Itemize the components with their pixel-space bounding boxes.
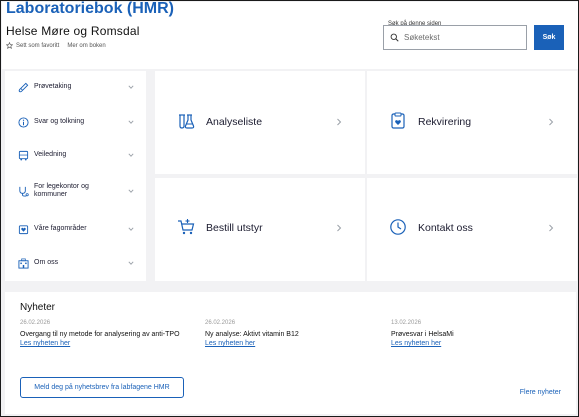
- sidebar-item-for-legekontor[interactable]: For legekontor og kommuner: [5, 175, 146, 207]
- search-icon: [390, 33, 399, 42]
- news-read-link[interactable]: Les nyheten her: [205, 340, 385, 347]
- meta-links: Sett som favoritt Mer om boken: [6, 42, 106, 49]
- more-news-link[interactable]: Flere nyheter: [520, 389, 561, 396]
- chevron-right-icon: [336, 224, 342, 232]
- card-label: Bestill utstyr: [206, 222, 263, 234]
- sidebar-item-svar-og-tolkning[interactable]: Svar og tolkning: [5, 106, 146, 138]
- news-read-link[interactable]: Les nyheten her: [391, 340, 571, 347]
- news-read-link[interactable]: Les nyheten her: [20, 340, 200, 347]
- requisition-icon: [389, 112, 407, 130]
- sidebar: Prøvetaking Svar og tolkning Veiledning …: [5, 71, 146, 281]
- newsletter-subscribe-button[interactable]: Meld deg på nyhetsbrev fra labfagene HMR: [20, 377, 184, 398]
- sidebar-item-label: Om oss: [34, 259, 59, 266]
- search-button[interactable]: Søk: [534, 25, 564, 50]
- chevron-down-icon: [128, 119, 134, 125]
- card-label: Rekvirering: [418, 116, 472, 128]
- star-icon: [6, 42, 13, 49]
- sidebar-item-provetaking[interactable]: Prøvetaking: [5, 71, 146, 103]
- stethoscope-icon: [18, 186, 29, 197]
- cart-icon: [177, 218, 195, 236]
- card-bestill-utstyr[interactable]: Bestill utstyr: [155, 178, 365, 281]
- card-analyseliste[interactable]: Analyseliste: [155, 71, 365, 174]
- card-label: Analyseliste: [206, 116, 263, 128]
- card-rekvirering[interactable]: Rekvirering: [367, 71, 577, 174]
- card-label: Kontakt oss: [418, 222, 473, 234]
- chevron-down-icon: [128, 260, 134, 266]
- chevron-right-icon: [548, 224, 554, 232]
- sidebar-item-vare-fagomrader[interactable]: Våre fagområder: [5, 213, 146, 245]
- news-heading: Nyheter: [20, 302, 56, 313]
- page-frame: Laboratoriebok (HMR) Helse Møre og Romsd…: [0, 0, 579, 417]
- sidebar-item-label: Veiledning: [34, 151, 67, 158]
- news-item: 13.02.2026 Prøvesvar i HelsaMi Les nyhet…: [391, 320, 571, 347]
- favorite-link[interactable]: Sett som favoritt: [6, 42, 59, 49]
- sidebar-item-label: Prøvetaking: [34, 83, 72, 90]
- news-title: Ny analyse: Aktivt vitamin B12: [205, 331, 299, 338]
- news-title: Prøvesvar i HelsaMi: [391, 331, 454, 338]
- sidebar-item-label: Svar og tolkning: [34, 118, 85, 125]
- info-icon: [18, 116, 29, 128]
- test-tube-icon: [18, 82, 29, 93]
- favorite-label: Sett som favoritt: [16, 42, 60, 49]
- news-date: 13.02.2026: [391, 320, 422, 326]
- search-input[interactable]: [404, 33, 514, 42]
- chevron-down-icon: [128, 84, 134, 90]
- chevron-down-icon: [128, 188, 134, 194]
- building-icon: [18, 258, 29, 269]
- header: Laboratoriebok (HMR) Helse Møre og Romsd…: [2, 1, 578, 69]
- news-date: 26.02.2026: [20, 320, 51, 326]
- sidebar-item-label: Våre fagområder: [34, 225, 87, 232]
- org-name: Helse Møre og Romsdal: [6, 24, 140, 38]
- search-box[interactable]: [383, 25, 527, 50]
- hand-heart-icon: [18, 224, 29, 235]
- about-link[interactable]: Mer om boken: [67, 43, 105, 49]
- site-title[interactable]: Laboratoriebok (HMR): [6, 1, 174, 18]
- chevron-right-icon: [548, 118, 554, 126]
- clock-icon: [389, 218, 407, 236]
- chevron-down-icon: [128, 152, 134, 158]
- news-title: Overgang til ny metode for analysering a…: [20, 331, 180, 338]
- card-kontakt-oss[interactable]: Kontakt oss: [367, 178, 577, 281]
- chevron-down-icon: [128, 226, 134, 232]
- sidebar-item-veiledning[interactable]: Veiledning: [5, 139, 146, 171]
- news-item: 26.02.2026 Ny analyse: Aktivt vitamin B1…: [205, 320, 385, 347]
- sidebar-item-om-oss[interactable]: Om oss: [5, 247, 146, 279]
- news-section: Nyheter 26.02.2026 Overgang til ny metod…: [5, 292, 576, 414]
- news-date: 26.02.2026: [205, 320, 236, 326]
- bus-icon: [18, 150, 29, 161]
- sidebar-item-label: For legekontor og kommuner: [34, 183, 89, 198]
- chevron-right-icon: [336, 118, 342, 126]
- lab-flask-icon: [177, 112, 195, 130]
- news-item: 26.02.2026 Overgang til ny metode for an…: [20, 320, 200, 347]
